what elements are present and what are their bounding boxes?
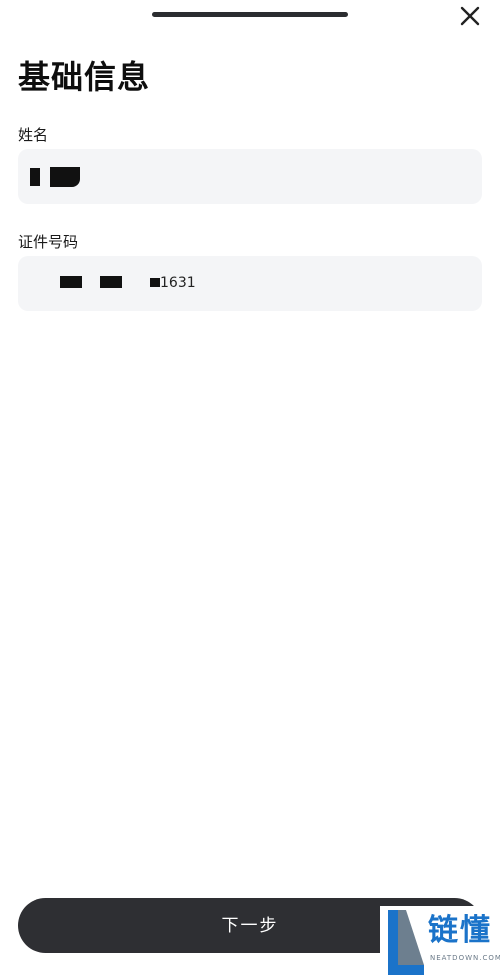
id-redaction-2 [100, 276, 122, 288]
close-button[interactable] [456, 2, 484, 30]
watermark-logo: 链懂 NEATDOWN.COM [380, 906, 500, 977]
id-redaction-1 [60, 276, 82, 288]
sheet-drag-handle[interactable] [152, 12, 348, 17]
watermark-subtext: NEATDOWN.COM [430, 954, 500, 962]
id-number-value: 1631 [160, 275, 196, 291]
page-title: 基础信息 [18, 58, 151, 96]
name-field[interactable] [18, 149, 482, 204]
name-redaction-2 [50, 167, 80, 187]
close-icon [460, 6, 480, 26]
watermark-text: 链懂 [428, 913, 492, 948]
name-label: 姓名 [18, 126, 49, 144]
watermark-l-icon [388, 910, 424, 975]
id-redaction-3 [150, 278, 160, 287]
id-number-label: 证件号码 [18, 233, 79, 251]
name-redaction [30, 168, 40, 186]
id-number-field[interactable]: 1631 [18, 256, 482, 311]
